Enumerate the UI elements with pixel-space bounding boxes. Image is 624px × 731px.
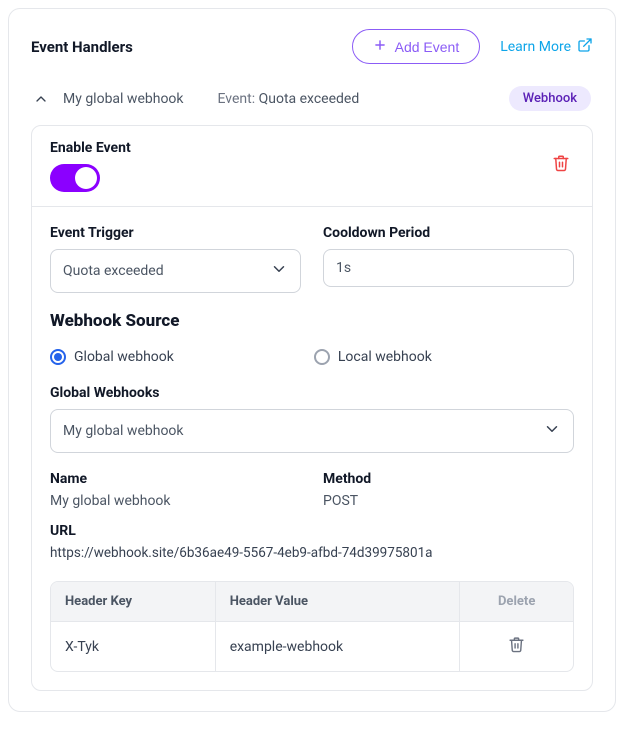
chevron-down-icon	[543, 420, 561, 442]
global-webhooks-field: Global Webhooks My global webhook	[50, 385, 574, 453]
plus-icon	[373, 38, 387, 55]
trash-icon	[508, 636, 525, 657]
col-header-key: Header Key	[51, 582, 215, 622]
radio-global-webhook[interactable]: Global webhook	[50, 349, 174, 365]
cooldown-col: Cooldown Period 1s	[323, 225, 574, 293]
radio-unchecked-icon	[314, 349, 330, 365]
table-row: X-Tyk example-webhook	[51, 622, 573, 672]
learn-more-link[interactable]: Learn More	[500, 37, 593, 57]
global-webhooks-label: Global Webhooks	[50, 385, 574, 401]
panel-body: Event Trigger Quota exceeded Cooldown Pe…	[32, 207, 592, 690]
event-handlers-card: Event Handlers Add Event Learn More My g…	[8, 8, 616, 712]
accordion-header[interactable]: My global webhook Event: Quota exceeded …	[31, 82, 593, 115]
header-value-cell: example-webhook	[215, 622, 460, 672]
name-value: My global webhook	[50, 493, 301, 509]
add-event-button[interactable]: Add Event	[352, 29, 481, 64]
panel-top: Enable Event	[32, 126, 592, 207]
radio-local-webhook[interactable]: Local webhook	[314, 349, 432, 365]
url-block: URL https://webhook.site/6b36ae49-5567-4…	[50, 523, 574, 561]
radio-global-label: Global webhook	[74, 349, 174, 365]
col-header-value: Header Value	[215, 582, 460, 622]
webhook-badge: Webhook	[509, 86, 591, 111]
chevron-up-icon	[33, 91, 49, 107]
event-trigger-value: Quota exceeded	[63, 263, 164, 279]
method-value: POST	[323, 493, 574, 509]
webhook-source-title: Webhook Source	[50, 311, 574, 331]
section-title: Event Handlers	[31, 38, 133, 56]
name-col: Name My global webhook	[50, 471, 301, 509]
enable-block: Enable Event	[50, 140, 131, 200]
global-webhooks-value: My global webhook	[63, 423, 184, 439]
delete-event-button[interactable]	[548, 150, 574, 179]
url-value: https://webhook.site/6b36ae49-5567-4eb9-…	[50, 545, 574, 561]
method-label: Method	[323, 471, 574, 487]
name-method-row: Name My global webhook Method POST	[50, 471, 574, 509]
global-webhooks-select[interactable]: My global webhook	[50, 409, 574, 453]
learn-more-label: Learn More	[500, 39, 571, 55]
trigger-cooldown-row: Event Trigger Quota exceeded Cooldown Pe…	[50, 225, 574, 293]
external-link-icon	[577, 37, 593, 57]
toggle-knob	[75, 167, 97, 189]
enable-event-toggle[interactable]	[50, 164, 100, 192]
accordion-name: My global webhook	[63, 91, 184, 107]
radio-local-label: Local webhook	[338, 349, 432, 365]
event-trigger-select[interactable]: Quota exceeded	[50, 249, 301, 293]
event-trigger-col: Event Trigger Quota exceeded	[50, 225, 301, 293]
cooldown-input[interactable]: 1s	[323, 249, 574, 287]
enable-event-label: Enable Event	[50, 140, 131, 156]
event-panel: Enable Event Event Trigger Quota exceede…	[31, 125, 593, 691]
headers-table: Header Key Header Value Delete X-Tyk exa…	[50, 581, 574, 672]
method-col: Method POST	[323, 471, 574, 509]
accordion-event: Event: Quota exceeded	[218, 91, 360, 107]
header-row: Event Handlers Add Event Learn More	[31, 29, 593, 64]
trash-icon	[552, 160, 570, 175]
accordion-event-label: Event:	[218, 91, 256, 107]
cooldown-label: Cooldown Period	[323, 225, 574, 241]
add-event-label: Add Event	[395, 39, 460, 55]
event-trigger-label: Event Trigger	[50, 225, 301, 241]
header-actions: Add Event Learn More	[352, 29, 593, 64]
chevron-down-icon	[270, 260, 288, 282]
cooldown-value: 1s	[336, 260, 351, 276]
delete-header-button[interactable]	[508, 636, 525, 657]
name-label: Name	[50, 471, 301, 487]
accordion-event-value: Quota exceeded	[259, 91, 360, 107]
col-header-delete: Delete	[460, 582, 573, 622]
radio-checked-icon	[50, 349, 66, 365]
table-header-row: Header Key Header Value Delete	[51, 582, 573, 622]
webhook-source-radio-group: Global webhook Local webhook	[50, 349, 574, 365]
url-label: URL	[50, 523, 574, 539]
header-key-cell: X-Tyk	[51, 622, 215, 672]
